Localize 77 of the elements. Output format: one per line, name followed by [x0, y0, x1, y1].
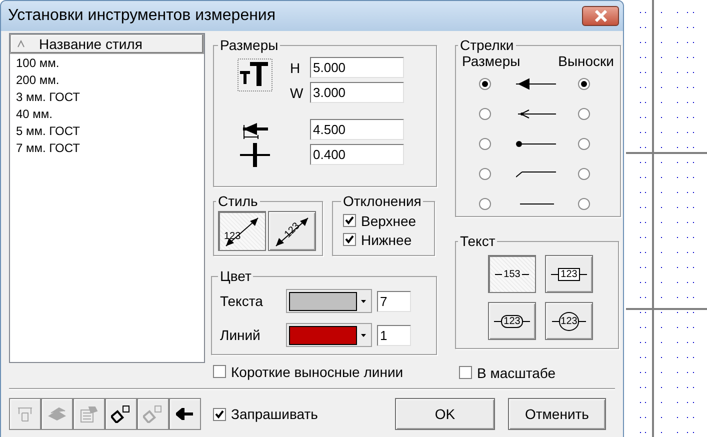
- arrow-type-icon: [516, 78, 558, 90]
- copy-style-icon: [111, 405, 131, 423]
- arrow-left-icon: [176, 408, 194, 420]
- dimension-arrow-icon: [223, 215, 261, 249]
- list-item[interactable]: 5 мм. ГОСТ: [10, 122, 204, 139]
- number-field[interactable]: 7: [377, 290, 411, 312]
- arrow-type-icon: [516, 170, 558, 178]
- close-icon: [594, 10, 608, 22]
- header-label: Название стиля: [39, 36, 142, 52]
- field-label: Текста: [220, 293, 264, 309]
- list-item[interactable]: 100 мм.: [10, 54, 204, 71]
- color-dropdown[interactable]: [286, 289, 372, 313]
- text-size-icon: [237, 56, 273, 92]
- group-title: Цвет: [219, 268, 252, 284]
- list-item[interactable]: 200 мм.: [10, 71, 204, 88]
- number-field[interactable]: 1: [377, 324, 411, 346]
- line-thickness-icon: [239, 142, 271, 168]
- field-label: W: [290, 84, 304, 100]
- text-frame-button[interactable]: 153: [488, 255, 536, 293]
- dropdown-arrow-icon: [360, 300, 366, 302]
- list-item[interactable]: 7 мм. ГОСТ: [10, 139, 204, 156]
- checkbox[interactable]: [213, 365, 226, 378]
- checkbox-label: Короткие выносные линии: [231, 364, 404, 380]
- radio-button[interactable]: [479, 138, 491, 150]
- radio-button[interactable]: [479, 168, 491, 180]
- document-icon: [79, 405, 99, 423]
- field-label: Линий: [220, 327, 262, 343]
- checkbox-label: В масштабе: [477, 364, 556, 380]
- radio-button[interactable]: [578, 78, 590, 90]
- radio-button[interactable]: [578, 138, 590, 150]
- column-label: Выноски: [558, 53, 614, 69]
- group-title: Текст: [459, 233, 496, 249]
- checkbox-label: Верхнее: [361, 212, 416, 228]
- cancel-button[interactable]: Отменить: [508, 398, 606, 430]
- arrow-type-icon: [516, 140, 558, 148]
- close-button[interactable]: [582, 6, 619, 26]
- radio-button[interactable]: [479, 108, 491, 120]
- text-frame-button[interactable]: 123: [545, 302, 593, 340]
- paste-style-icon: [143, 405, 163, 423]
- arrow-type-icon: [516, 109, 558, 119]
- list-item[interactable]: 3 мм. ГОСТ: [10, 88, 204, 105]
- field-label: H: [290, 60, 302, 76]
- ok-button[interactable]: OK: [395, 398, 495, 430]
- dimension-arrow-icon: [273, 215, 311, 249]
- text-frame-button[interactable]: 123: [488, 302, 536, 340]
- layers-icon: [47, 406, 67, 422]
- radio-button[interactable]: [578, 168, 590, 180]
- dropdown-arrow-icon: [360, 334, 366, 336]
- radio-button[interactable]: [578, 198, 590, 210]
- radio-button[interactable]: [479, 198, 491, 210]
- color-dropdown[interactable]: [286, 323, 372, 347]
- group-title: Стиль: [217, 193, 259, 209]
- list-item[interactable]: 40 мм.: [10, 105, 204, 122]
- style-button[interactable]: 123: [268, 211, 316, 251]
- toolbar-button[interactable]: [105, 398, 137, 430]
- column-label: Размеры: [462, 53, 520, 69]
- radio-button[interactable]: [479, 78, 491, 90]
- checkbox[interactable]: [343, 214, 356, 227]
- checkbox-label: Нижнее: [361, 232, 412, 248]
- window-title: Установки инструментов измерения: [8, 7, 276, 25]
- checkbox[interactable]: [213, 408, 226, 420]
- hand-icon: [16, 405, 34, 423]
- column-header[interactable]: Название стиля: [10, 34, 204, 54]
- number-field[interactable]: 5.000: [310, 57, 404, 78]
- group-title: Отклонения: [342, 193, 422, 209]
- text-frame-button[interactable]: 123: [545, 255, 593, 293]
- radio-button[interactable]: [578, 108, 590, 120]
- sort-icon: [17, 40, 25, 48]
- group-title: Стрелки: [459, 37, 515, 53]
- checkbox[interactable]: [343, 233, 356, 246]
- number-field[interactable]: 4.500: [310, 119, 404, 140]
- group-title: Размеры: [219, 37, 280, 53]
- number-field[interactable]: 3.000: [310, 82, 404, 103]
- number-field[interactable]: 0.400: [310, 144, 404, 165]
- toolbar-button[interactable]: [169, 398, 201, 430]
- checkbox-label: Запрашивать: [231, 406, 318, 422]
- checkbox[interactable]: [459, 366, 472, 379]
